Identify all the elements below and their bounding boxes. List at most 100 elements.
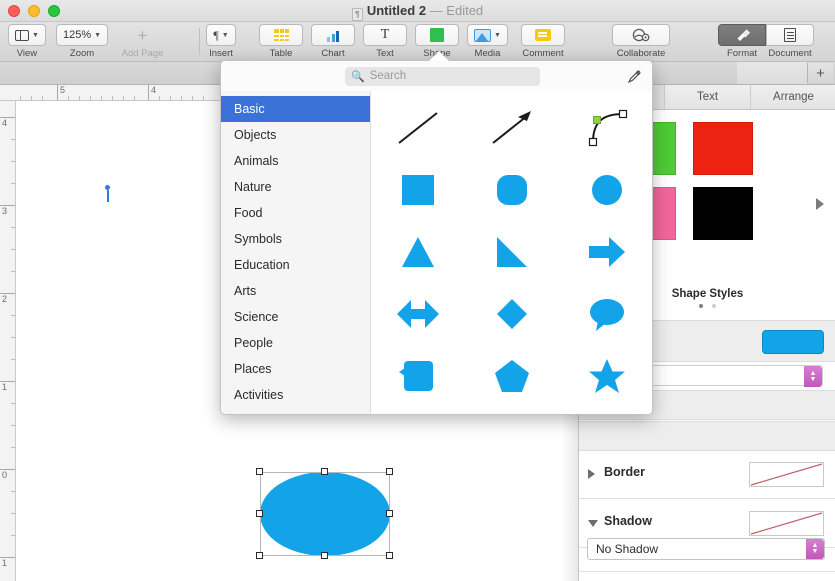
shape-line[interactable] [387, 99, 449, 157]
shape-bezier-curve[interactable] [576, 99, 638, 157]
text-insertion-point [105, 185, 110, 202]
tab-arrange[interactable]: Arrange [751, 85, 835, 109]
category-basic[interactable]: Basic [221, 96, 370, 122]
resize-handle-ne[interactable] [386, 468, 393, 475]
category-symbols[interactable]: Symbols [221, 226, 370, 252]
shape-diamond[interactable] [481, 285, 543, 343]
shape-circle[interactable] [576, 161, 638, 219]
toolbar-item-document[interactable]: Document [766, 24, 814, 59]
format-brush-icon [737, 28, 750, 41]
shape-speech-bubble[interactable] [576, 285, 638, 343]
shape-right-triangle[interactable] [481, 223, 543, 281]
edited-status: — Edited [429, 3, 484, 18]
shape-arrow[interactable] [481, 99, 543, 157]
shape-style-swatch-black[interactable] [693, 187, 753, 240]
toolbar-item-table[interactable]: Table [259, 24, 303, 59]
fill-color-swatch[interactable] [762, 330, 824, 354]
toolbar-item-view[interactable]: ▼ View [8, 24, 46, 59]
add-page-button[interactable]: + [116, 24, 169, 46]
toolbar-item-zoom[interactable]: 125% ▼ Zoom [56, 24, 109, 59]
disclosure-triangle-collapsed-icon[interactable] [588, 469, 595, 479]
resize-handle-s[interactable] [321, 552, 328, 559]
reflection-row[interactable]: Reflection [579, 571, 835, 581]
vertical-ruler[interactable]: 4 3 2 1 0 1 [0, 101, 16, 581]
document-button[interactable] [766, 24, 814, 46]
resize-handle-sw[interactable] [256, 552, 263, 559]
popover-arrow [429, 51, 449, 61]
category-activities[interactable]: Activities [221, 382, 370, 408]
page-dot-2[interactable] [712, 304, 716, 308]
toolbar-item-insert[interactable]: ¶ ▼ Insert [206, 24, 236, 59]
v-ruler-number: 1 [2, 558, 8, 568]
toolbar-item-media[interactable]: ▼ Media [467, 24, 508, 59]
resize-handle-nw[interactable] [256, 468, 263, 475]
shape-triangle[interactable] [387, 223, 449, 281]
new-tab-button[interactable]: + [807, 63, 833, 83]
toolbar-item-format[interactable]: Format [718, 24, 766, 59]
toolbar-item-chart[interactable]: Chart [311, 24, 355, 59]
disclosure-triangle-expanded-icon[interactable] [588, 520, 598, 532]
chart-bars-icon [327, 29, 339, 42]
insert-button[interactable]: ¶ ▼ [206, 24, 236, 46]
selected-shape[interactable] [256, 468, 393, 559]
view-button[interactable]: ▼ [8, 24, 46, 46]
format-label: Format [726, 48, 758, 59]
category-science[interactable]: Science [221, 304, 370, 330]
category-animals[interactable]: Animals [221, 148, 370, 174]
shape-button[interactable] [415, 24, 459, 46]
category-objects[interactable]: Objects [221, 122, 370, 148]
table-button[interactable] [259, 24, 303, 46]
resize-handle-se[interactable] [386, 552, 393, 559]
page-dot-1[interactable] [699, 304, 703, 308]
shape-pentagon[interactable] [481, 347, 543, 405]
shape-right-arrow[interactable] [576, 223, 638, 281]
opacity-stepper[interactable]: ▲ ▼ [804, 366, 822, 387]
collaborate-button[interactable] [612, 24, 670, 46]
shape-style-swatch-red[interactable] [693, 122, 753, 175]
shape-double-arrow[interactable] [387, 285, 449, 343]
resize-handle-n[interactable] [321, 468, 328, 475]
popover-header: 🔍 Search [221, 61, 652, 91]
toolbar-item-add-page[interactable]: + Add Page [116, 24, 169, 60]
toolbar-item-text[interactable]: T Text [363, 24, 407, 59]
text-button[interactable]: T [363, 24, 407, 46]
collaborate-label: Collaborate [616, 48, 666, 59]
category-food[interactable]: Food [221, 200, 370, 226]
shape-category-list[interactable]: Basic Objects Animals Nature Food Symbol… [221, 91, 371, 414]
chevron-right-icon[interactable] [816, 198, 824, 210]
border-section[interactable]: Border [579, 451, 835, 499]
category-arts[interactable]: Arts [221, 278, 370, 304]
format-button[interactable] [718, 24, 766, 46]
tab-text-label: Text [696, 91, 719, 103]
media-button[interactable]: ▼ [467, 24, 508, 46]
chart-label: Chart [321, 48, 345, 59]
toolbar-item-comment[interactable]: Comment [521, 24, 565, 59]
category-transportation[interactable]: Transportation [221, 408, 370, 414]
border-label: Border [604, 465, 645, 479]
toolbar-item-collaborate[interactable]: Collaborate [612, 24, 670, 59]
pen-draw-shape-icon[interactable] [624, 67, 644, 85]
chart-button[interactable] [311, 24, 355, 46]
shape-star[interactable] [576, 347, 638, 405]
comment-button[interactable] [521, 24, 565, 46]
category-people[interactable]: People [221, 330, 370, 356]
shadow-none-preview[interactable] [749, 511, 824, 536]
shadow-select-stepper[interactable]: ▲ ▼ [806, 539, 824, 559]
resize-handle-w[interactable] [256, 510, 263, 517]
tab-text[interactable]: Text [665, 85, 751, 109]
category-places[interactable]: Places [221, 356, 370, 382]
shape-rounded-square[interactable] [481, 161, 543, 219]
resize-handle-e[interactable] [386, 510, 393, 517]
shape-square[interactable] [387, 161, 449, 219]
category-nature[interactable]: Nature [221, 174, 370, 200]
shape-grid[interactable] [371, 91, 652, 414]
selection-bounds [260, 472, 390, 556]
shape-search-field[interactable]: 🔍 Search [345, 66, 540, 86]
shadow-type-select[interactable]: No Shadow ▲ ▼ [587, 538, 825, 560]
border-none-preview[interactable] [749, 462, 824, 487]
document-tab[interactable] [737, 62, 807, 84]
comment-note-icon [535, 29, 551, 41]
shape-quote-bubble[interactable] [387, 347, 449, 405]
zoom-button-toolbar[interactable]: 125% ▼ [56, 24, 109, 46]
category-education[interactable]: Education [221, 252, 370, 278]
